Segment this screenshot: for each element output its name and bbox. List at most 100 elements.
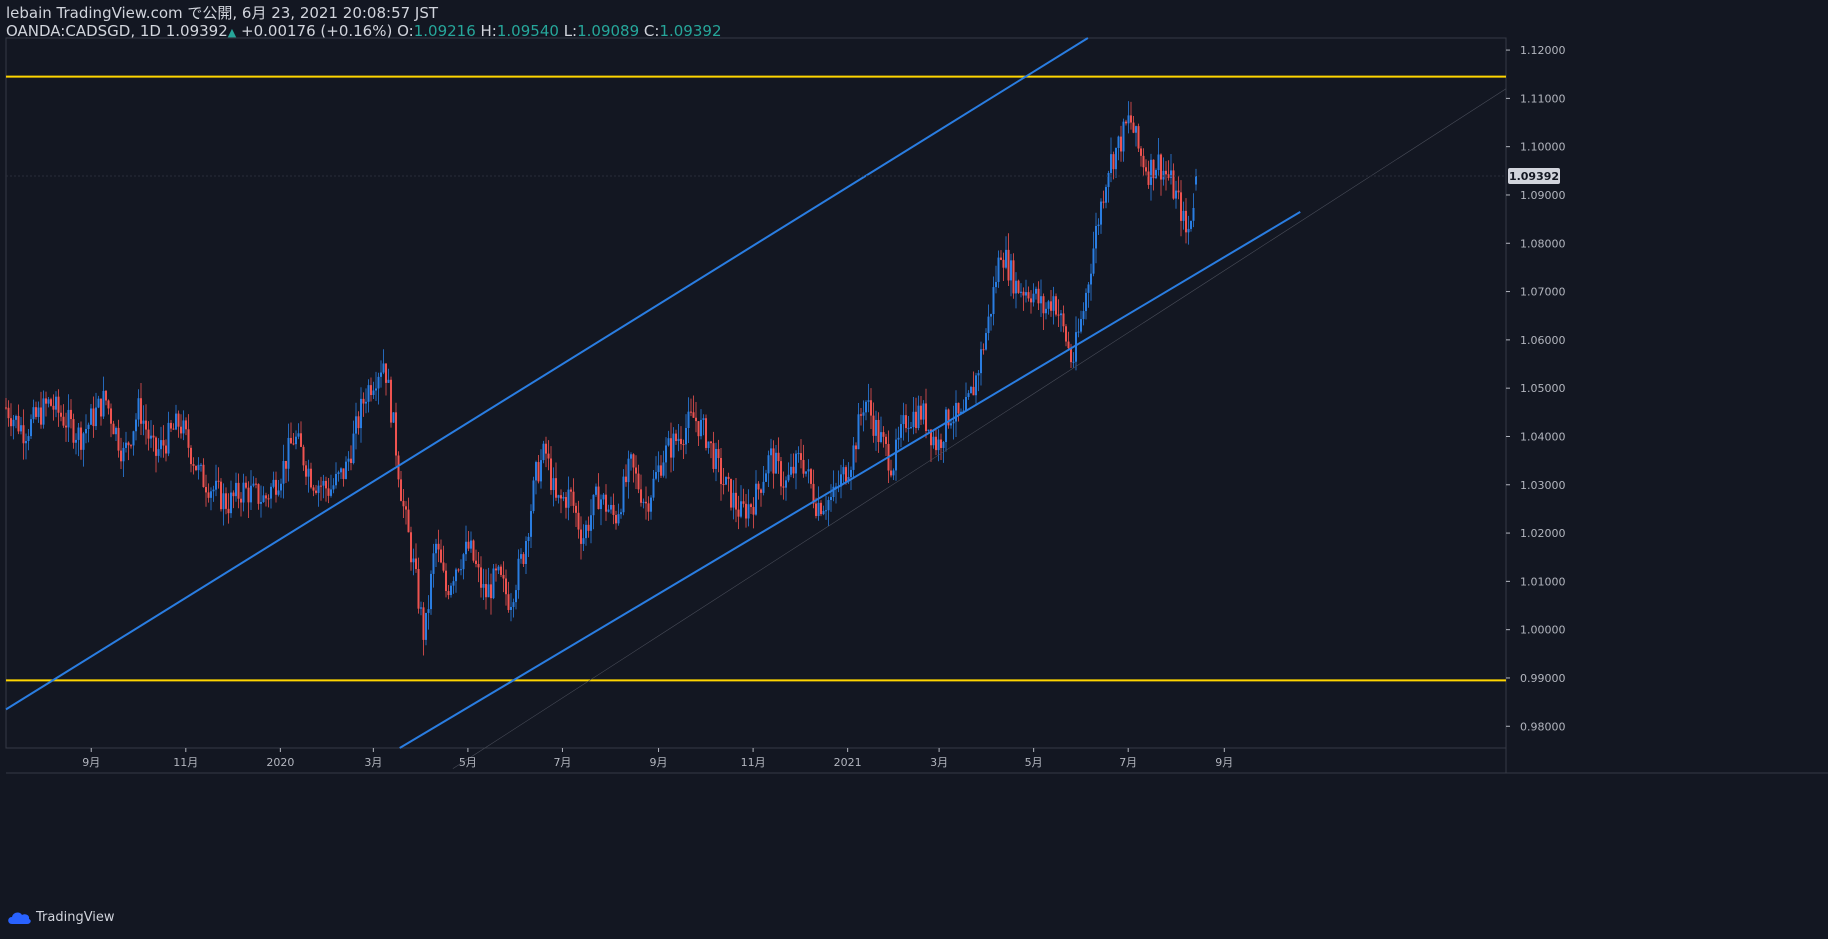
candle-down [155, 437, 157, 456]
candle-up [20, 425, 22, 432]
candle-up [470, 540, 472, 549]
candle-up [767, 455, 770, 474]
candle-up [150, 435, 152, 439]
candle-down [717, 448, 720, 459]
candle-down [152, 435, 155, 438]
candle-down [437, 543, 440, 550]
candle-up [892, 470, 895, 476]
candle-up [602, 494, 605, 500]
candle-up [790, 466, 792, 475]
candle-down [207, 492, 210, 498]
candle-up [420, 607, 422, 609]
candle-down [1112, 154, 1115, 170]
candle-up [1080, 319, 1082, 332]
candle-down [357, 416, 360, 429]
candle-up [430, 573, 432, 610]
candle-down [587, 524, 590, 531]
candle-down [475, 560, 477, 564]
candle-up [12, 419, 15, 427]
y-tick-label: 1.08000 [1520, 237, 1566, 250]
candle-down [185, 420, 187, 430]
candle-down [1067, 341, 1070, 349]
candle-up [520, 554, 522, 559]
candle-down [240, 498, 242, 503]
candle-up [377, 376, 380, 389]
candle-down [302, 446, 305, 466]
candle-down [80, 427, 82, 450]
candle-up [1175, 190, 1177, 199]
candle-down [522, 554, 525, 564]
candle-up [37, 407, 40, 417]
candle-down [400, 479, 402, 501]
candle-down [60, 412, 62, 417]
candle-down [205, 487, 207, 493]
candle-up [977, 373, 980, 376]
x-tick-label: 3月 [364, 756, 382, 769]
candle-up [857, 414, 860, 450]
candle-down [882, 432, 885, 437]
candle-up [672, 433, 675, 458]
candle-up [725, 476, 727, 485]
candle-up [280, 483, 282, 491]
candle-down [555, 478, 557, 498]
drawings[interactable] [5, 37, 1507, 769]
candle-down [1145, 167, 1147, 172]
candle-up [525, 541, 527, 564]
candle-down [815, 503, 817, 516]
candle-down [982, 349, 985, 351]
candle-up [200, 464, 202, 466]
candle-up [102, 390, 105, 417]
candle-up [557, 495, 560, 498]
candle-down [342, 468, 345, 479]
candle-up [965, 397, 967, 411]
candle-down [720, 458, 722, 485]
candle-down [680, 438, 682, 445]
candle-down [1177, 190, 1180, 193]
y-tick-label: 1.10000 [1520, 141, 1566, 154]
candle-down [442, 562, 445, 571]
candle-down [362, 398, 365, 404]
candle-down [632, 454, 635, 468]
axes: 1.12000 1.11000 1.10000 1.09000 1.08000 1.070… [6, 44, 1566, 769]
candle-down [972, 386, 975, 396]
candle-down [1017, 280, 1020, 293]
channel-line[interactable] [399, 211, 1301, 749]
candle-up [797, 453, 800, 455]
candle-down [505, 578, 507, 595]
candle-down [415, 558, 417, 570]
candle-down [625, 476, 627, 483]
candle-down [397, 455, 400, 480]
candle-down [1027, 292, 1030, 299]
candle-up [330, 489, 332, 496]
candle-up [142, 420, 145, 424]
candle-up [380, 372, 382, 377]
tradingview-logo[interactable]: TradingView [6, 910, 115, 925]
candle-down [310, 468, 312, 488]
candle-up [655, 472, 657, 479]
candle-up [270, 486, 272, 499]
candle-down [117, 427, 120, 451]
candle-up [975, 375, 977, 396]
candle-up [272, 479, 275, 487]
candle-down [405, 506, 407, 510]
candle-down [390, 379, 392, 423]
candle-up [985, 333, 987, 350]
candle-down [712, 443, 715, 469]
candle-up [620, 512, 622, 515]
candle-down [107, 400, 110, 409]
candle-up [1100, 201, 1102, 225]
price-chart[interactable]: 1.12000 1.11000 1.10000 1.09000 1.08000 1.070… [0, 0, 1828, 939]
candle-up [1072, 361, 1075, 363]
candle-up [82, 433, 85, 450]
x-tick-label: 2020 [266, 756, 294, 769]
candle-up [462, 554, 465, 570]
channel-line[interactable] [5, 37, 1089, 711]
candle-up [262, 495, 265, 502]
candle-up [297, 433, 300, 437]
candle-down [112, 423, 115, 435]
candle-up [657, 465, 660, 473]
candle-up [1060, 313, 1062, 316]
candle-down [162, 440, 165, 446]
candle-down [410, 532, 412, 563]
candle-down [772, 448, 775, 474]
